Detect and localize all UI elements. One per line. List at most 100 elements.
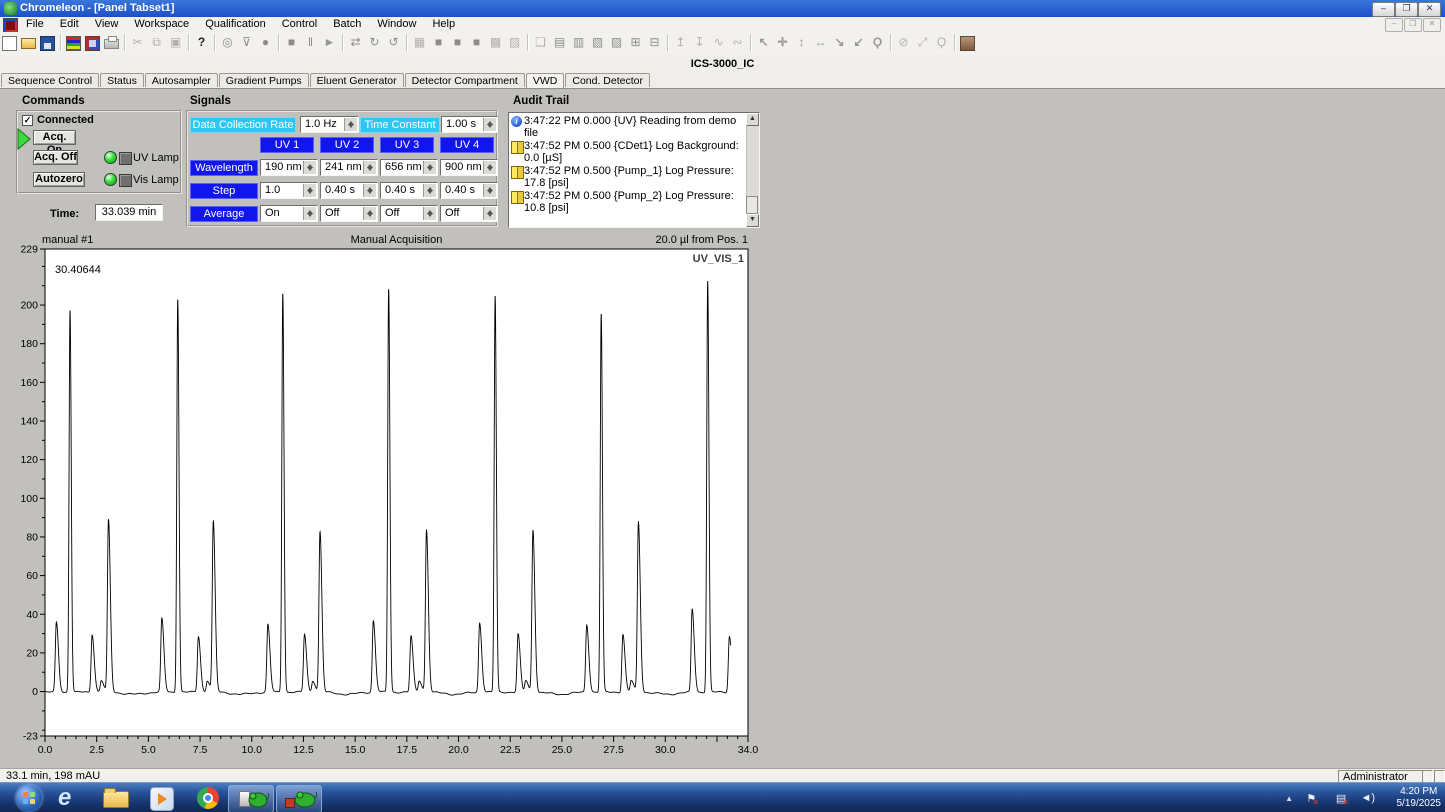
chromatogram-chart[interactable]: 229200180160140120100806040200-230.02.55… (14, 241, 759, 763)
uv4-button[interactable]: UV 4 (440, 137, 494, 153)
tab-status[interactable]: Status (100, 73, 144, 87)
average-uv4-field[interactable]: Off (440, 205, 498, 222)
tab-vwd[interactable]: VWD (526, 73, 565, 88)
close-button[interactable]: ✕ (1418, 2, 1441, 17)
smart-shutdown-icon[interactable]: ↺ (384, 33, 403, 52)
new-window-icon[interactable]: ❏ (531, 33, 550, 52)
cut-icon[interactable]: ✂ (128, 33, 147, 52)
uv3-button[interactable]: UV 3 (380, 137, 434, 153)
tray-clock[interactable]: 4:20 PM 5/19/2025 (1397, 786, 1442, 810)
child-close-button[interactable]: ✕ (1423, 18, 1441, 32)
audit-entry[interactable]: i3:47:22 PM 0.000 {UV} Reading from demo… (510, 115, 746, 140)
audit-entry[interactable]: 3:47:52 PM 0.500 {CDet1} Log Background:… (510, 140, 746, 165)
pan-vertical-icon[interactable]: ↕ (792, 33, 811, 52)
average-uv2-field[interactable]: Off (320, 205, 378, 222)
table-panel-icon[interactable]: ⊞ (626, 33, 645, 52)
spinner[interactable] (483, 184, 496, 197)
zoom-special-icon[interactable]: Ϙ (932, 33, 951, 52)
tab-detector-compartment[interactable]: Detector Compartment (405, 73, 525, 87)
data-collection-rate-field[interactable]: 1.0 Hz (300, 116, 359, 133)
network-icon[interactable]: ▤✕ (1336, 792, 1353, 805)
spinner[interactable] (483, 161, 496, 174)
zoom-fit-icon[interactable]: ⤢ (913, 33, 932, 52)
wavelength-uv2-field[interactable]: 241 nm (320, 159, 378, 176)
spinner[interactable] (483, 118, 496, 131)
plot-panel2-icon[interactable]: ▥ (569, 33, 588, 52)
tab-sequence-control[interactable]: Sequence Control (1, 73, 99, 87)
step-uv4-field[interactable]: 0.40 s (440, 182, 498, 199)
curve2-icon[interactable]: ∾ (728, 33, 747, 52)
document-icon[interactable] (3, 18, 18, 33)
new-document-icon[interactable] (0, 33, 19, 52)
table-panel2-icon[interactable]: ⊟ (645, 33, 664, 52)
spinner[interactable] (423, 207, 436, 220)
tab-gradient-pumps[interactable]: Gradient Pumps (219, 73, 309, 87)
connected-checkbox[interactable]: ✓ (22, 115, 33, 126)
tab-autosampler[interactable]: Autosampler (145, 73, 218, 87)
acq-on-button[interactable]: Acq. On (33, 130, 76, 145)
stop-icon[interactable]: ■ (282, 33, 301, 52)
explorer-folder-icon[interactable] (103, 791, 129, 808)
child-minimize-button[interactable]: – (1385, 18, 1403, 32)
menu-workspace[interactable]: Workspace (126, 17, 197, 32)
plot-area[interactable] (45, 249, 748, 736)
move-down-icon[interactable]: ↧ (690, 33, 709, 52)
panel-tabset-icon[interactable] (83, 33, 102, 52)
paste-icon[interactable]: ▣ (166, 33, 185, 52)
instrument-icon[interactable] (958, 33, 977, 52)
spinner[interactable] (303, 161, 316, 174)
scroll-thumb[interactable] (746, 196, 758, 214)
scroll-down-button[interactable]: ▼ (746, 214, 759, 227)
wavelength-uv3-field[interactable]: 656 nm (380, 159, 438, 176)
spinner[interactable] (363, 207, 376, 220)
acq-off-button[interactable]: Acq. Off (33, 150, 78, 165)
audit-entry[interactable]: 3:47:52 PM 0.500 {Pump_2} Log Pressure: … (510, 190, 746, 215)
move-up-icon[interactable]: ↥ (671, 33, 690, 52)
blank-panel2-icon[interactable]: ■ (448, 33, 467, 52)
pause-icon[interactable]: ‖ (301, 33, 320, 52)
tray-expand-icon[interactable]: ▲ (1285, 794, 1293, 803)
maximize-button[interactable]: ❐ (1395, 2, 1418, 17)
pick-icon[interactable]: ↘ (830, 33, 849, 52)
chromeleon-task-button-2[interactable] (276, 785, 322, 812)
wavelength-uv4-field[interactable]: 900 nm (440, 159, 498, 176)
syringe-icon[interactable]: ⊽ (237, 33, 256, 52)
copy-icon[interactable]: ⧉ (147, 33, 166, 52)
inject-icon[interactable]: ◎ (218, 33, 237, 52)
smart-startup-icon[interactable]: ↻ (365, 33, 384, 52)
audit-trail-list[interactable]: i3:47:22 PM 0.000 {UV} Reading from demo… (508, 112, 760, 228)
menu-file[interactable]: File (18, 17, 52, 32)
volume-icon[interactable]: ◄) (1360, 792, 1375, 804)
media-player-icon[interactable] (150, 787, 174, 811)
overlay-panel-icon[interactable]: ▨ (505, 33, 524, 52)
curve-icon[interactable]: ∿ (709, 33, 728, 52)
menu-batch[interactable]: Batch (325, 17, 369, 32)
spinner[interactable] (363, 184, 376, 197)
spinner[interactable] (363, 161, 376, 174)
audit-scrollbar[interactable]: ▲ ▼ (746, 113, 759, 227)
autozero-button[interactable]: Autozero (33, 172, 85, 187)
vis-lamp-toggle[interactable] (119, 174, 132, 187)
open-icon[interactable] (19, 33, 38, 52)
spinner[interactable] (303, 184, 316, 197)
time-constant-field[interactable]: 1.00 s (441, 116, 498, 133)
zoom-icon[interactable]: Ϙ (868, 33, 887, 52)
zoom-out-icon[interactable]: ⊘ (894, 33, 913, 52)
blank-panel3-icon[interactable]: ■ (467, 33, 486, 52)
spinner[interactable] (423, 184, 436, 197)
pan-icon[interactable]: ✛ (773, 33, 792, 52)
plot-panel3-icon[interactable]: ▧ (588, 33, 607, 52)
start-button[interactable] (16, 785, 42, 811)
blank-panel-icon[interactable]: ■ (429, 33, 448, 52)
menu-control[interactable]: Control (274, 17, 325, 32)
step-uv1-field[interactable]: 1.0 (260, 182, 318, 199)
tab-eluent-generator[interactable]: Eluent Generator (310, 73, 404, 87)
wavelength-uv1-field[interactable]: 190 nm (260, 159, 318, 176)
spinner[interactable] (423, 161, 436, 174)
menu-window[interactable]: Window (369, 17, 424, 32)
menu-help[interactable]: Help (424, 17, 463, 32)
tab-cond-detector[interactable]: Cond. Detector (565, 73, 650, 87)
chrome-icon[interactable] (197, 787, 219, 809)
chromeleon-task-button-1[interactable] (228, 785, 274, 812)
average-uv3-field[interactable]: Off (380, 205, 438, 222)
